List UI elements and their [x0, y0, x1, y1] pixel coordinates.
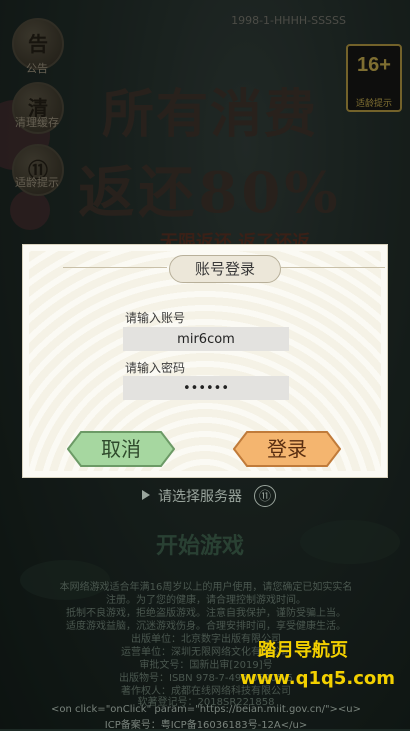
login-dialog: 账号登录 请输入账号 请输入密码 取消 登录 [22, 244, 388, 478]
title-divider-left [63, 267, 167, 268]
title-divider-right [281, 267, 385, 268]
account-label: 请输入账号 [125, 311, 186, 325]
server-age-icon: ⑪ [254, 485, 276, 507]
game-logo-text: 开始游戏 [156, 533, 245, 559]
watermark-title: 踏月导航页 [258, 640, 348, 661]
cancel-button[interactable]: 取消 [67, 431, 175, 467]
cancel-button-label: 取消 [101, 437, 141, 461]
account-input[interactable] [123, 327, 289, 351]
login-button-label: 登录 [267, 437, 307, 461]
login-button[interactable]: 登录 [233, 431, 341, 467]
watermark-url: www.q1q5.com [240, 668, 396, 689]
password-label: 请输入密码 [125, 361, 186, 375]
server-select-label[interactable]: 请选择服务器 [158, 486, 242, 506]
dialog-title: 账号登录 [194, 260, 255, 278]
footer-link-line[interactable]: <on click="onClick" param="https://beian… [14, 704, 398, 715]
server-arrow-icon [142, 490, 150, 500]
password-input[interactable] [123, 376, 289, 400]
dialog-title-plate: 账号登录 [169, 255, 281, 283]
